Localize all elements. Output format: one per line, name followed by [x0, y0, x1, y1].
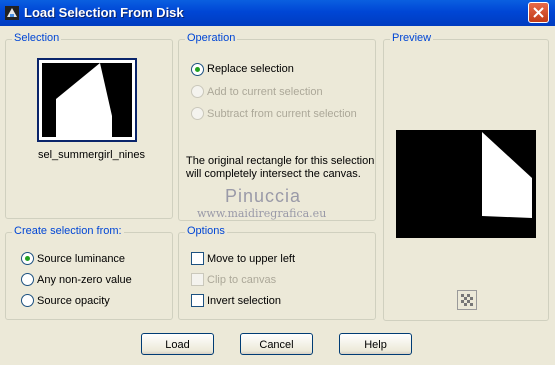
- source-luminance-radio[interactable]: [21, 252, 34, 265]
- operation-note: The original rectangle for this selectio…: [186, 155, 375, 180]
- subtract-selection-radio: [191, 107, 204, 120]
- selection-thumbnail[interactable]: [37, 58, 137, 142]
- window-title: Load Selection From Disk: [24, 5, 184, 20]
- operation-legend: Operation: [185, 32, 238, 44]
- any-nonzero-radio[interactable]: [21, 273, 34, 286]
- any-nonzero-label[interactable]: Any non-zero value: [37, 274, 132, 286]
- watermark-url: www.maidiregrafica.eu: [197, 207, 327, 220]
- selection-legend: Selection: [12, 32, 62, 44]
- options-legend: Options: [185, 225, 227, 237]
- invert-selection-label[interactable]: Invert selection: [207, 295, 281, 307]
- source-luminance-label[interactable]: Source luminance: [37, 253, 125, 265]
- close-button[interactable]: [528, 2, 549, 23]
- subtract-selection-label: Subtract from current selection: [207, 108, 357, 120]
- clip-to-canvas-label: Clip to canvas: [207, 274, 277, 286]
- selection-filename: sel_summergirl_nines: [38, 149, 145, 161]
- load-button[interactable]: Load: [141, 333, 214, 355]
- close-icon: [533, 7, 544, 18]
- add-to-selection-label: Add to current selection: [207, 86, 323, 98]
- help-button[interactable]: Help: [339, 333, 412, 355]
- invert-selection-checkbox[interactable]: [191, 294, 204, 307]
- title-bar[interactable]: Load Selection From Disk: [0, 0, 555, 26]
- create-from-legend: Create selection from:: [12, 225, 124, 237]
- thumbnail-image: [42, 63, 132, 137]
- clip-to-canvas-checkbox: [191, 273, 204, 286]
- add-to-selection-radio: [191, 85, 204, 98]
- replace-selection-radio[interactable]: [191, 63, 204, 76]
- move-upper-left-checkbox[interactable]: [191, 252, 204, 265]
- replace-selection-label[interactable]: Replace selection: [207, 63, 294, 75]
- source-opacity-radio[interactable]: [21, 294, 34, 307]
- preview-legend: Preview: [390, 32, 434, 44]
- watermark-name: Pinuccia: [225, 186, 302, 206]
- cancel-button[interactable]: Cancel: [240, 333, 313, 355]
- source-opacity-label[interactable]: Source opacity: [37, 295, 110, 307]
- preview-image: [396, 130, 536, 238]
- proof-toggle-icon[interactable]: [457, 290, 477, 310]
- app-icon: [5, 6, 19, 20]
- move-upper-left-label[interactable]: Move to upper left: [207, 253, 295, 265]
